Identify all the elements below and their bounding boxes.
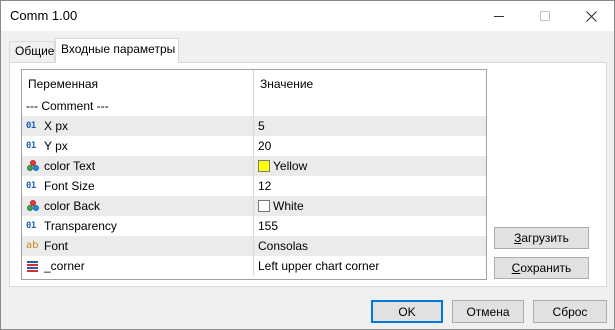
param-value: Yellow xyxy=(273,159,308,173)
save-button-label: охранить xyxy=(520,261,572,275)
table-row[interactable]: ab Font Consolas xyxy=(22,236,486,256)
title-bar[interactable]: Comm 1.00 xyxy=(1,1,614,31)
param-name-cell[interactable]: 01 Transparency xyxy=(22,216,253,236)
param-value-cell[interactable]: Left upper chart corner xyxy=(253,256,486,276)
param-value: 12 xyxy=(258,179,272,193)
param-value: Consolas xyxy=(258,239,309,253)
close-icon xyxy=(585,10,597,22)
param-value: White xyxy=(273,199,304,213)
param-value: Left upper chart corner xyxy=(258,259,380,273)
param-name: Transparency xyxy=(44,219,117,233)
reset-button[interactable]: Сброс xyxy=(533,300,607,323)
param-name: X px xyxy=(44,119,69,133)
param-name-cell[interactable]: color Back xyxy=(22,196,253,216)
save-button[interactable]: Сохранить xyxy=(494,257,589,279)
tab-general[interactable]: Общие xyxy=(9,41,55,62)
int-icon: 01 xyxy=(26,221,36,231)
minimize-button[interactable] xyxy=(476,1,522,31)
table-row[interactable]: 01 Y px 20 xyxy=(22,136,486,156)
table-row[interactable]: 01 Transparency 155 xyxy=(22,216,486,236)
ok-button[interactable]: OK xyxy=(371,300,443,323)
column-header-variable[interactable]: Переменная xyxy=(22,70,253,96)
table-row[interactable]: 01 X px 5 xyxy=(22,116,486,136)
color-swatch xyxy=(258,160,270,172)
enum-icon xyxy=(26,259,40,273)
dialog-window: Comm 1.00 Общие Входные параметры Переме… xyxy=(0,0,615,330)
param-value-cell[interactable]: 12 xyxy=(253,176,486,196)
tab-panel: Переменная Значение --- Comment --- 01 X p… xyxy=(9,62,607,287)
param-name-cell[interactable]: 01 Y px xyxy=(22,136,253,156)
color-icon xyxy=(26,159,40,173)
table-row[interactable]: color Text Yellow xyxy=(22,156,486,176)
grid-header: Переменная Значение xyxy=(22,70,486,96)
int-icon: 01 xyxy=(26,181,36,191)
param-name: _corner xyxy=(44,259,85,273)
param-name: color Text xyxy=(44,159,96,173)
param-name: Font Size xyxy=(44,179,95,193)
maximize-button xyxy=(522,1,568,31)
param-name-cell[interactable]: ab Font xyxy=(22,236,253,256)
param-name: color Back xyxy=(44,199,101,213)
close-button[interactable] xyxy=(568,1,614,31)
int-icon: 01 xyxy=(26,141,36,151)
param-value-cell[interactable]: 5 xyxy=(253,116,486,136)
window-title: Comm 1.00 xyxy=(10,8,78,23)
param-value-cell[interactable]: 155 xyxy=(253,216,486,236)
maximize-icon xyxy=(540,11,550,21)
param-name: Y px xyxy=(44,139,68,153)
load-button-accel: З xyxy=(514,231,522,245)
param-value-cell[interactable]: Consolas xyxy=(253,236,486,256)
param-value: 155 xyxy=(258,219,279,233)
color-swatch xyxy=(258,200,270,212)
minimize-icon xyxy=(494,15,504,17)
param-value-cell[interactable] xyxy=(253,96,486,116)
table-row[interactable]: --- Comment --- xyxy=(22,96,486,116)
parameters-grid[interactable]: Переменная Значение --- Comment --- 01 X p… xyxy=(21,69,487,280)
param-name-cell[interactable]: color Text xyxy=(22,156,253,176)
int-icon: 01 xyxy=(26,121,36,131)
param-name: --- Comment --- xyxy=(26,99,109,113)
param-value: 5 xyxy=(258,119,265,133)
param-name: Font xyxy=(44,239,69,253)
cancel-button[interactable]: Отмена xyxy=(452,300,524,323)
load-button[interactable]: Загрузить xyxy=(494,227,589,249)
tab-input-parameters[interactable]: Входные параметры xyxy=(55,38,179,63)
param-name-cell[interactable]: --- Comment --- xyxy=(22,96,253,116)
save-button-accel: С xyxy=(511,261,521,275)
table-row[interactable]: 01 Font Size 12 xyxy=(22,176,486,196)
load-button-label: агрузить xyxy=(521,231,569,245)
param-value-cell[interactable]: 20 xyxy=(253,136,486,156)
param-value-cell[interactable]: Yellow xyxy=(253,156,486,176)
param-name-cell[interactable]: 01 X px xyxy=(22,116,253,136)
param-name-cell[interactable]: 01 Font Size xyxy=(22,176,253,196)
color-icon xyxy=(26,199,40,213)
column-header-value[interactable]: Значение xyxy=(253,70,486,96)
string-icon: ab xyxy=(26,240,39,251)
param-value-cell[interactable]: White xyxy=(253,196,486,216)
param-name-cell[interactable]: _corner xyxy=(22,256,253,276)
table-row[interactable]: _corner Left upper chart corner xyxy=(22,256,486,276)
param-value: 20 xyxy=(258,139,272,153)
table-row[interactable]: color Back White xyxy=(22,196,486,216)
